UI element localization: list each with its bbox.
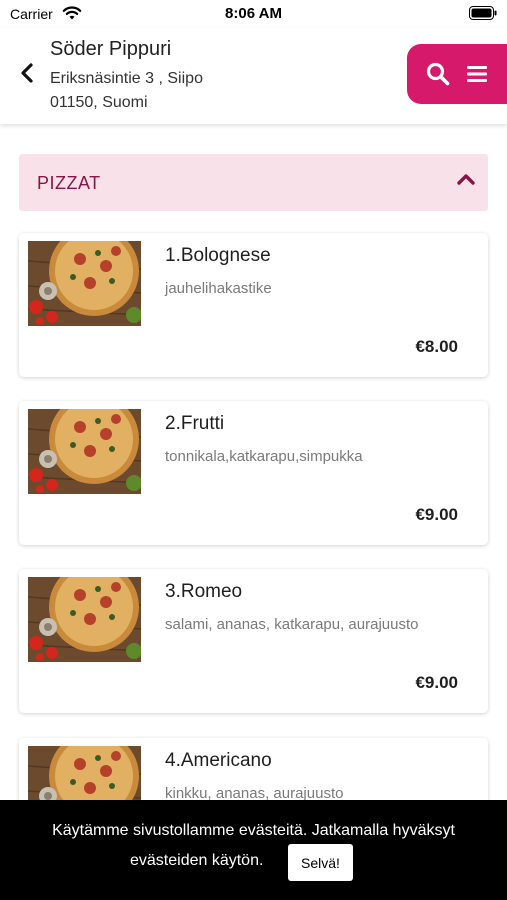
category-header-pizzat[interactable]: PIZZAT bbox=[19, 154, 488, 211]
product-name: 4.Americano bbox=[165, 750, 272, 771]
chevron-left-icon[interactable] bbox=[14, 58, 40, 88]
product-card[interactable]: 1.Bolognese jauhelihakastike €8.00 bbox=[19, 233, 488, 377]
header-actions bbox=[407, 44, 507, 104]
pizza-image bbox=[28, 409, 141, 494]
chevron-up-icon[interactable] bbox=[456, 171, 476, 187]
restaurant-header: Söder Pippuri Eriksnäsintie 3 , Siipo 01… bbox=[0, 28, 507, 124]
status-bar: Carrier 8:06 AM bbox=[0, 0, 507, 28]
product-price: €8.00 bbox=[415, 337, 458, 356]
cookie-message-continued: evästeiden käytön. bbox=[130, 852, 264, 869]
product-name: 3.Romeo bbox=[165, 581, 243, 602]
product-description: tonnikala,katkarapu,simpukka bbox=[165, 448, 363, 465]
product-price: €9.00 bbox=[415, 673, 458, 692]
product-card[interactable]: 3.Romeo salami, ananas, katkarapu, auraj… bbox=[19, 569, 488, 713]
restaurant-name: Söder Pippuri bbox=[50, 38, 172, 60]
restaurant-address-street: Eriksnäsintie 3 , Siipo bbox=[50, 70, 203, 87]
battery-icon bbox=[469, 6, 497, 20]
search-icon[interactable] bbox=[425, 61, 451, 87]
cookie-accept-button[interactable]: Selvä! bbox=[288, 844, 353, 881]
status-time: 8:06 AM bbox=[225, 5, 282, 22]
menu-icon[interactable] bbox=[465, 62, 489, 86]
product-description: salami, ananas, katkarapu, aurajuusto bbox=[165, 616, 419, 633]
product-description: jauhelihakastike bbox=[165, 280, 272, 297]
cookie-message: Käytämme sivustollamme evästeitä. Jatkam… bbox=[52, 822, 455, 839]
product-card[interactable]: 2.Frutti tonnikala,katkarapu,simpukka €9… bbox=[19, 401, 488, 545]
product-name: 1.Bolognese bbox=[165, 245, 271, 266]
product-price: €9.00 bbox=[415, 505, 458, 524]
restaurant-address-postal: 01150, Suomi bbox=[50, 94, 148, 111]
product-name: 2.Frutti bbox=[165, 413, 225, 434]
cookie-banner: Käytämme sivustollamme evästeitä. Jatkam… bbox=[0, 800, 507, 900]
category-title: PIZZAT bbox=[37, 173, 101, 193]
pizza-image bbox=[28, 577, 141, 662]
pizza-image bbox=[28, 241, 141, 326]
